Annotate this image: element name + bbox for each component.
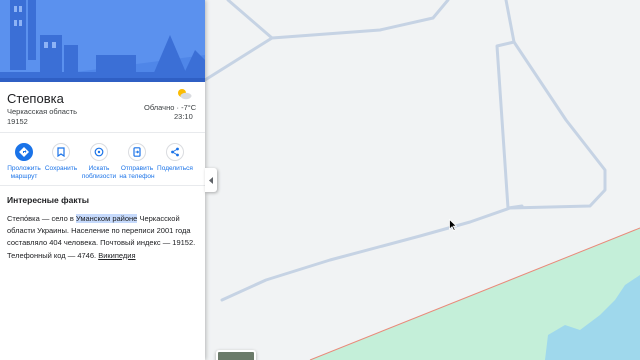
facts-highlight: Уманском районе — [75, 214, 138, 223]
share-icon — [171, 147, 179, 157]
place-panel: Степовка Черкасская область 19152 Облачн… — [0, 0, 205, 360]
layers-toggle[interactable] — [216, 350, 256, 360]
facts-heading: Интересные факты — [7, 195, 89, 205]
weather-condition: Облачно — [144, 103, 175, 112]
share-label: Поделиться — [157, 165, 193, 172]
save-button[interactable]: Сохранить — [42, 143, 80, 173]
send-label-1: Отправить — [120, 165, 154, 172]
send-to-phone-button[interactable]: Отправить на телефон — [118, 143, 156, 181]
divider — [0, 185, 205, 186]
chevron-left-icon — [208, 176, 213, 184]
mouse-cursor-icon — [449, 219, 457, 231]
directions-icon — [19, 147, 29, 157]
nearby-label-2: поблизости — [81, 173, 117, 180]
bookmark-icon — [57, 147, 65, 157]
place-region: Черкасская область — [7, 107, 77, 116]
facts-text: Степо́вка — село в Уманском районе Черка… — [7, 213, 199, 262]
road — [506, 204, 524, 210]
search-nearby-button[interactable]: Искать поблизости — [80, 143, 118, 181]
nearby-label-1: Искать — [88, 165, 110, 172]
weather-time: 23:10 — [174, 112, 193, 121]
collapse-panel-button[interactable] — [205, 168, 217, 192]
directions-button[interactable]: Проложить маршрут — [5, 143, 43, 181]
weather-temperature: -7°C — [181, 103, 197, 112]
partly-cloudy-icon — [178, 89, 192, 100]
share-button[interactable]: Поделиться — [156, 143, 194, 173]
weather-separator: · — [176, 103, 180, 112]
place-hero-illustration — [0, 0, 205, 82]
send-to-phone-icon — [133, 147, 141, 157]
place-title: Степовка — [7, 91, 64, 106]
wikipedia-link[interactable]: Википедия — [98, 251, 135, 260]
place-postal-code: 19152 — [7, 117, 28, 126]
directions-label-2: маршрут — [10, 173, 38, 180]
save-label: Сохранить — [44, 165, 78, 172]
send-label-2: на телефон — [119, 173, 155, 180]
facts-text-start: Степо́вка — село в — [7, 214, 76, 223]
divider — [0, 132, 205, 133]
weather-summary: Облачно · -7°C — [144, 103, 196, 112]
directions-label-1: Проложить — [7, 165, 41, 172]
nearby-icon — [94, 147, 104, 157]
